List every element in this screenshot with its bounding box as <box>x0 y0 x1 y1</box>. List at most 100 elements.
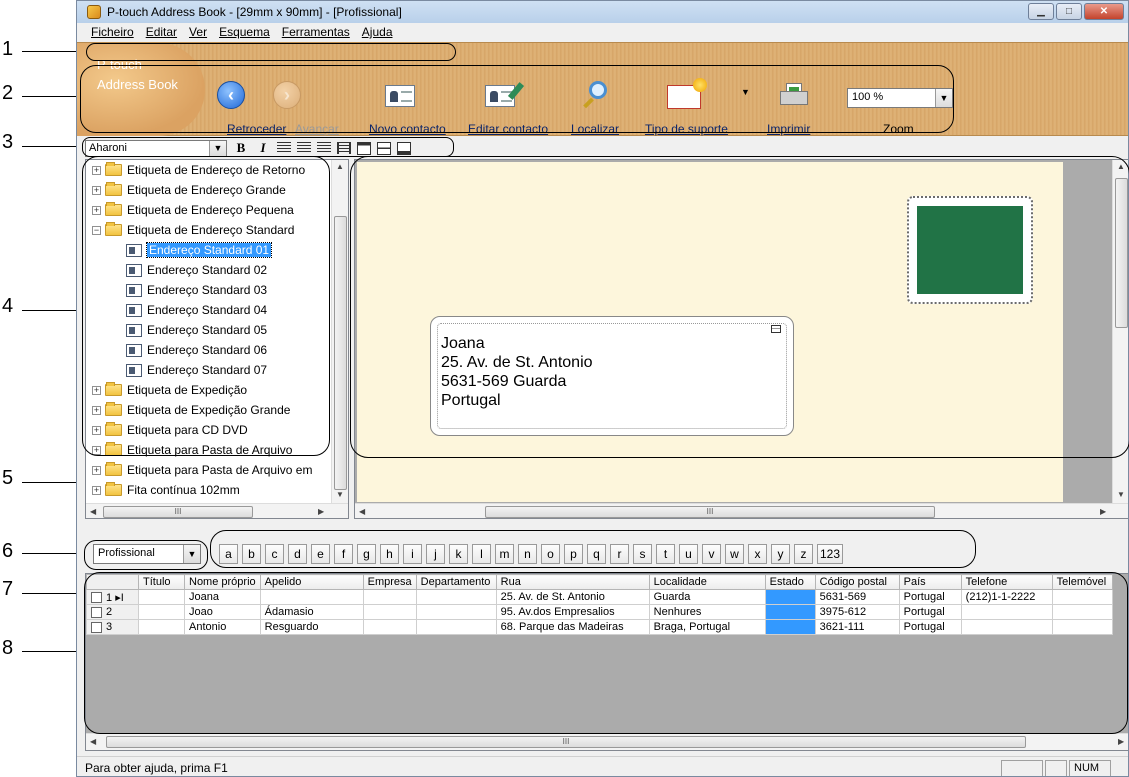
index-tab-d[interactable]: d <box>288 544 307 564</box>
print-button[interactable] <box>780 83 808 107</box>
font-select[interactable]: Aharoni ▼ <box>85 139 227 157</box>
menu-ferramentas[interactable]: Ferramentas <box>282 25 350 39</box>
tree-item[interactable]: + Etiqueta de Endereço Grande <box>92 180 286 200</box>
column-header[interactable]: Código postal <box>814 574 900 590</box>
column-header[interactable]: Localidade <box>648 574 766 590</box>
italic-button[interactable]: I <box>255 140 271 156</box>
expand-icon[interactable]: + <box>92 185 101 195</box>
column-header[interactable]: País <box>898 574 962 590</box>
index-tab-g[interactable]: g <box>357 544 376 564</box>
index-tab-numbers[interactable]: 123 <box>817 544 843 564</box>
scroll-right-icon[interactable]: ▶ <box>1118 737 1124 746</box>
tree-horizontal-scrollbar[interactable]: ◀ III ▶ <box>86 503 348 518</box>
align-right-icon[interactable] <box>317 142 331 154</box>
valign-bottom-icon[interactable] <box>397 141 411 155</box>
column-header[interactable]: Telefone <box>960 574 1053 590</box>
table-cell[interactable]: Braga, Portugal <box>648 619 766 635</box>
index-tab-o[interactable]: o <box>541 544 560 564</box>
new-contact-label[interactable]: Novo contacto <box>369 122 446 136</box>
index-tab-b[interactable]: b <box>242 544 261 564</box>
tree-item[interactable]: Endereço Standard 07 <box>126 360 267 380</box>
table-row[interactable]: 3 Antonio Resguardo 68. Parque das Madei… <box>86 619 1113 635</box>
row-checkbox[interactable] <box>91 606 102 618</box>
tree-item[interactable]: + Fita contínua 102mm <box>92 480 240 500</box>
table-cell[interactable] <box>415 589 497 605</box>
bold-button[interactable]: B <box>233 140 249 156</box>
expand-icon[interactable]: + <box>92 485 101 495</box>
edit-contact-button[interactable] <box>485 82 525 107</box>
tree-item[interactable]: + Etiqueta de Endereço de Retorno <box>92 160 305 180</box>
expand-icon[interactable]: + <box>92 165 101 175</box>
table-cell[interactable] <box>764 589 816 605</box>
label-canvas[interactable]: Joana 25. Av. de St. Antonio 5631-569 Gu… <box>357 162 1063 502</box>
menu-editar[interactable]: Editar <box>146 25 177 39</box>
expand-icon[interactable]: + <box>92 205 101 215</box>
address-text-box[interactable]: Joana 25. Av. de St. Antonio 5631-569 Gu… <box>430 316 794 436</box>
zoom-select[interactable]: 100 % ▼ <box>847 88 953 108</box>
media-type-dropdown-arrow[interactable]: ▼ <box>741 87 750 97</box>
index-tab-i[interactable]: i <box>403 544 422 564</box>
index-tab-k[interactable]: k <box>449 544 468 564</box>
scroll-left-icon[interactable]: ◀ <box>90 737 96 746</box>
scroll-thumb[interactable] <box>334 216 347 490</box>
media-type-label[interactable]: Tipo de suporte <box>645 122 728 136</box>
index-tab-l[interactable]: l <box>472 544 491 564</box>
index-tab-r[interactable]: r <box>610 544 629 564</box>
grid-horizontal-scrollbar[interactable]: ◀ III ▶ <box>86 733 1128 750</box>
column-header[interactable]: Departamento <box>415 574 497 590</box>
column-header[interactable]: Nome próprio <box>184 574 261 590</box>
table-cell[interactable] <box>1051 589 1113 605</box>
chevron-down-icon[interactable]: ▼ <box>935 89 952 107</box>
scroll-up-icon[interactable]: ▲ <box>336 162 344 171</box>
column-header[interactable]: Estado <box>764 574 816 590</box>
row-header[interactable]: 2 <box>86 604 139 620</box>
index-tab-w[interactable]: w <box>725 544 744 564</box>
index-tab-e[interactable]: e <box>311 544 330 564</box>
index-tab-m[interactable]: m <box>495 544 514 564</box>
menu-ajuda[interactable]: Ajuda <box>362 25 393 39</box>
table-cell[interactable] <box>362 619 417 635</box>
chevron-down-icon[interactable]: ▼ <box>183 545 200 563</box>
tree-item[interactable]: + Etiqueta de Expedição Grande <box>92 400 290 420</box>
row-checkbox[interactable] <box>91 621 102 633</box>
table-cell[interactable]: 5631-569 <box>814 589 900 605</box>
valign-top-icon[interactable] <box>357 141 371 155</box>
table-cell[interactable]: (212)1-1-2222 <box>960 589 1053 605</box>
close-button[interactable]: ✕ <box>1084 3 1124 20</box>
table-cell[interactable] <box>960 619 1053 635</box>
menu-esquema[interactable]: Esquema <box>219 25 270 39</box>
maximize-button[interactable]: □ <box>1056 3 1082 20</box>
column-header[interactable]: Rua <box>495 574 650 590</box>
scroll-left-icon[interactable]: ◀ <box>90 507 96 516</box>
tree-item[interactable]: + Etiqueta para Pasta de Arquivo em <box>92 460 312 480</box>
row-checkbox[interactable] <box>91 592 102 604</box>
expand-icon[interactable]: + <box>92 425 101 435</box>
tree-item[interactable]: Endereço Standard 04 <box>126 300 267 320</box>
tree-item[interactable]: + Etiqueta de Expedição <box>92 380 247 400</box>
preview-vertical-scrollbar[interactable]: ▲ ▼ <box>1112 160 1128 503</box>
column-header[interactable]: Telemóvel <box>1051 574 1113 590</box>
align-center-icon[interactable] <box>297 142 311 154</box>
scroll-thumb[interactable]: III <box>103 506 253 518</box>
tree-item[interactable]: Endereço Standard 06 <box>126 340 267 360</box>
index-tab-p[interactable]: p <box>564 544 583 564</box>
expand-icon[interactable]: + <box>92 465 101 475</box>
index-tab-s[interactable]: s <box>633 544 652 564</box>
minimize-button[interactable]: ▁ <box>1028 3 1054 20</box>
index-tab-x[interactable]: x <box>748 544 767 564</box>
table-cell[interactable] <box>138 619 185 635</box>
expand-icon[interactable]: + <box>92 445 101 455</box>
table-cell[interactable] <box>362 604 417 620</box>
table-cell[interactable]: Portugal <box>898 589 962 605</box>
table-row[interactable]: 1 ▸I Joana 25. Av. de St. Antonio Guarda… <box>86 589 1113 605</box>
table-cell[interactable]: 3975-612 <box>814 604 900 620</box>
tree-item[interactable]: + Etiqueta de Endereço Pequena <box>92 200 294 220</box>
table-cell[interactable] <box>1051 619 1113 635</box>
column-header[interactable]: Título <box>138 574 185 590</box>
chevron-down-icon[interactable]: ▼ <box>209 140 226 156</box>
scroll-down-icon[interactable]: ▼ <box>336 490 344 499</box>
table-cell[interactable] <box>960 604 1053 620</box>
find-button[interactable] <box>581 81 607 109</box>
index-tab-j[interactable]: j <box>426 544 445 564</box>
scroll-up-icon[interactable]: ▲ <box>1117 162 1125 171</box>
